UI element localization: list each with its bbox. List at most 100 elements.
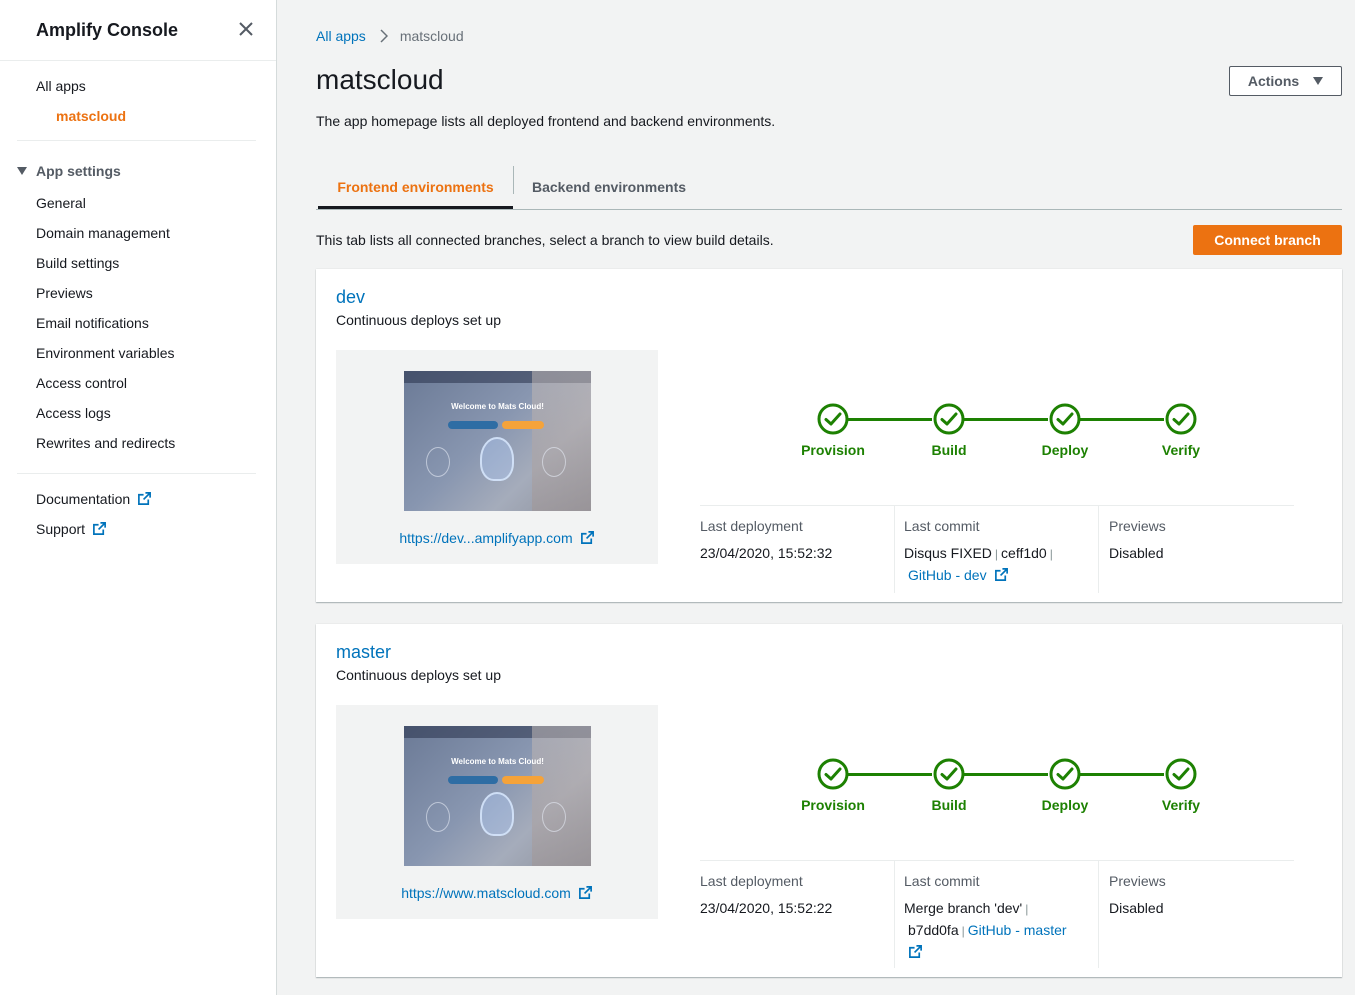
sidebar-divider — [0, 60, 276, 61]
separator: | — [994, 547, 999, 561]
previews-value: Disabled — [1109, 900, 1164, 916]
sidebar-item-general[interactable]: General — [36, 195, 86, 211]
last-deployment-col: Last deployment 23/04/2020, 15:52:32 — [700, 506, 894, 593]
separator: | — [1049, 547, 1053, 561]
sidebar-section-app-settings[interactable]: App settings — [17, 163, 121, 179]
last-deployment-value: 23/04/2020, 15:52:32 — [700, 545, 833, 561]
branch-name-link[interactable]: master — [336, 642, 391, 663]
thumbnail-person — [532, 726, 591, 866]
pipeline-connector — [848, 418, 932, 421]
sidebar-section-label: App settings — [36, 163, 121, 179]
sidebar-item-current-app[interactable]: matscloud — [56, 108, 126, 124]
external-link-icon — [578, 886, 592, 899]
commit-hash: b7dd0fa — [908, 922, 959, 938]
tab-frontend-environments[interactable]: Frontend environments — [318, 164, 513, 209]
previews-col: Previews Disabled — [1098, 861, 1294, 968]
external-link-icon — [580, 531, 594, 544]
pipeline-connector — [964, 418, 1048, 421]
sidebar-item-all-apps[interactable]: All apps — [36, 78, 86, 94]
sidebar-item-rewrites-redirects[interactable]: Rewrites and redirects — [36, 435, 175, 451]
check-circle-icon — [933, 403, 965, 435]
branch-info-row: Last deployment 23/04/2020, 15:52:32 Last … — [700, 505, 1294, 593]
branch-card-master: master Continuous deploys set up Welcome t… — [316, 624, 1342, 977]
commit-message: Merge branch 'dev' — [904, 900, 1023, 916]
pipeline-stage-label: Verify — [1161, 442, 1201, 458]
github-branch-link[interactable]: GitHub - master — [968, 922, 1067, 938]
page-title: matscloud — [316, 64, 444, 95]
pipeline-stage-label: Deploy — [1041, 442, 1089, 458]
check-circle-icon — [1165, 403, 1197, 435]
branch-name-link[interactable]: dev — [336, 287, 365, 308]
branch-preview-panel: Welcome to Mats Cloud! https://dev...ampl… — [336, 350, 658, 564]
sidebar-item-build-settings[interactable]: Build settings — [36, 255, 119, 271]
site-screenshot-thumbnail[interactable]: Welcome to Mats Cloud! — [404, 726, 591, 866]
branch-deploy-status: Continuous deploys set up — [336, 312, 501, 328]
sidebar-item-previews[interactable]: Previews — [36, 285, 93, 301]
environment-tabs: Frontend environments Backend environmen… — [316, 164, 1342, 210]
caret-down-icon — [17, 167, 27, 175]
site-screenshot-thumbnail[interactable]: Welcome to Mats Cloud! — [404, 371, 591, 511]
tab-backend-environments[interactable]: Backend environments — [514, 164, 704, 210]
thumbnail-title: Welcome to Mats Cloud! — [451, 402, 544, 411]
branch-deploy-status: Continuous deploys set up — [336, 667, 501, 683]
sidebar-item-label: Documentation — [36, 491, 131, 507]
sidebar-divider — [17, 140, 256, 141]
last-deployment-label: Last deployment — [700, 518, 803, 534]
lightbulb-icon — [542, 802, 566, 832]
github-branch-link[interactable]: GitHub - dev — [908, 567, 1009, 583]
sidebar-item-support[interactable]: Support — [36, 521, 107, 537]
sidebar-item-access-control[interactable]: Access control — [36, 375, 127, 391]
pipeline-connector — [964, 773, 1048, 776]
sidebar-item-access-logs[interactable]: Access logs — [36, 405, 111, 421]
branch-url: https://dev...amplifyapp.com — [399, 530, 573, 546]
pipeline-stage-label: Deploy — [1041, 797, 1089, 813]
pipeline-connector — [1080, 773, 1164, 776]
check-circle-icon — [1049, 403, 1081, 435]
sidebar: Amplify Console All apps matscloud App s… — [0, 0, 277, 995]
external-link-icon — [909, 945, 922, 958]
sidebar-item-email-notifications[interactable]: Email notifications — [36, 315, 149, 331]
build-pipeline: Provision Build Deploy Verify — [792, 401, 1200, 461]
github-branch-link-label: GitHub - dev — [908, 567, 987, 583]
previews-col: Previews Disabled — [1098, 506, 1294, 593]
breadcrumb-all-apps[interactable]: All apps — [316, 28, 366, 44]
actions-button[interactable]: Actions — [1229, 66, 1342, 96]
sidebar-item-domain-management[interactable]: Domain management — [36, 225, 170, 241]
sidebar-item-documentation[interactable]: Documentation — [36, 491, 152, 507]
github-external-link[interactable] — [901, 944, 923, 960]
breadcrumb-current: matscloud — [399, 28, 464, 44]
last-deployment-label: Last deployment — [700, 873, 803, 889]
branch-url-link[interactable]: https://www.matscloud.com — [336, 885, 658, 901]
separator: | — [961, 924, 965, 938]
actions-label: Actions — [1247, 73, 1300, 89]
pipeline-stage-label: Provision — [801, 797, 865, 813]
connect-branch-button[interactable]: Connect branch — [1193, 225, 1342, 255]
branch-url-link[interactable]: https://dev...amplifyapp.com — [336, 530, 658, 546]
close-icon[interactable] — [235, 18, 257, 40]
last-deployment-value: 23/04/2020, 15:52:22 — [700, 900, 833, 916]
thumbnail-person — [532, 371, 591, 511]
commit-message: Disqus FIXED — [904, 545, 992, 561]
check-circle-icon — [817, 403, 849, 435]
check-circle-icon — [933, 758, 965, 790]
previews-label: Previews — [1109, 518, 1166, 534]
last-commit-value: Disqus FIXED | ceff1d0 | GitHub - dev — [904, 543, 1056, 586]
sidebar-item-environment-variables[interactable]: Environment variables — [36, 345, 175, 361]
branch-url: https://www.matscloud.com — [401, 885, 571, 901]
page-description: The app homepage lists all deployed fron… — [316, 113, 776, 129]
external-link-icon — [994, 568, 1008, 581]
branch-card-dev: dev Continuous deploys set up Welcome to M… — [316, 269, 1342, 602]
last-commit-col: Last commit Merge branch 'dev' | b7dd0fa | Gi… — [894, 861, 1098, 968]
branch-preview-panel: Welcome to Mats Cloud! https://www.matscl… — [336, 705, 658, 919]
sidebar-item-label: Support — [36, 521, 86, 537]
breadcrumb: All apps matscloud — [316, 28, 464, 44]
pipeline-stage-label: Verify — [1161, 797, 1201, 813]
sidebar-title: Amplify Console — [36, 20, 179, 40]
pipeline-connector — [1080, 418, 1164, 421]
lightbulb-icon — [542, 447, 566, 477]
last-commit-label: Last commit — [904, 873, 980, 889]
external-link-icon — [138, 492, 152, 505]
check-circle-icon — [1165, 758, 1197, 790]
thumbnail-button — [448, 421, 498, 429]
caret-down-icon — [1313, 77, 1324, 85]
